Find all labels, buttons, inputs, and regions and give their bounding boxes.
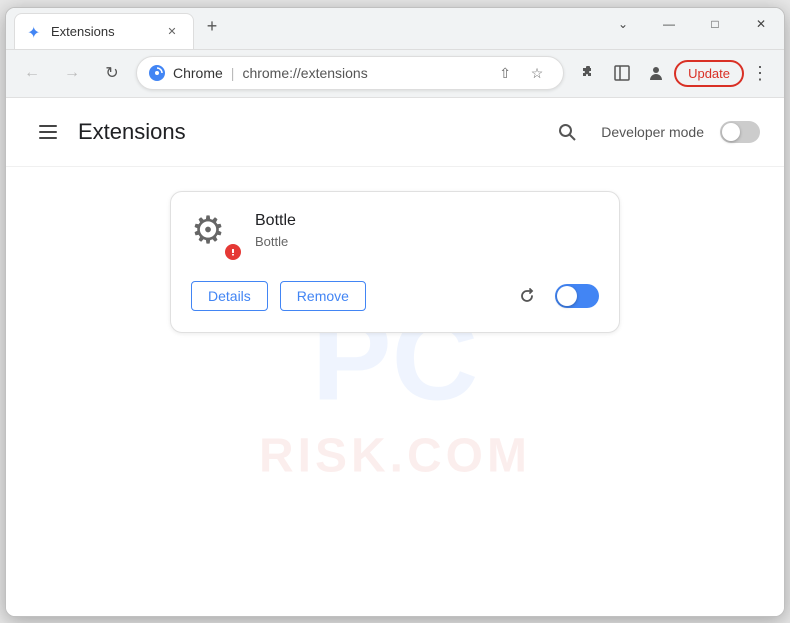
address-url: chrome://extensions <box>242 65 483 81</box>
extension-text: Bottle Bottle <box>255 212 296 249</box>
new-tab-button[interactable]: + <box>198 13 226 41</box>
header-right: Developer mode <box>549 114 760 150</box>
extension-actions: Details Remove <box>191 280 599 312</box>
address-bar-actions: ⇧ ☆ <box>491 59 551 87</box>
details-button[interactable]: Details <box>191 281 268 311</box>
extension-icon-wrapper: ⚙ <box>191 212 239 260</box>
extensions-area: PC RISK.COM ⚙ <box>6 167 784 616</box>
extension-card: ⚙ Bottle Bottle <box>170 191 620 333</box>
reload-extension-button[interactable] <box>511 280 543 312</box>
remove-button[interactable]: Remove <box>280 281 366 311</box>
window-controls: ⌄ — □ ✕ <box>600 8 784 40</box>
extension-badge-icon <box>223 242 243 262</box>
page-content: Extensions Developer mode PC RISK.COM <box>6 98 784 616</box>
address-bar[interactable]: Chrome | chrome://extensions ⇧ ☆ <box>136 56 564 90</box>
maximize-button[interactable]: □ <box>692 8 738 40</box>
extension-name: Bottle <box>255 212 296 230</box>
browser-window: ✦ Extensions ✕ + ⌄ — □ ✕ ← → ↻ Chrome <box>5 7 785 617</box>
update-button[interactable]: Update <box>674 60 744 87</box>
search-button[interactable] <box>549 114 585 150</box>
extension-description: Bottle <box>255 234 296 249</box>
extension-toggle-knob <box>557 286 577 306</box>
sidebar-icon[interactable] <box>606 57 638 89</box>
toolbar-actions: Update ⋮ <box>572 57 774 89</box>
share-icon[interactable]: ⇧ <box>491 59 519 87</box>
close-button[interactable]: ✕ <box>738 8 784 40</box>
reload-button[interactable]: ↻ <box>96 57 128 89</box>
bookmark-icon[interactable]: ☆ <box>523 59 551 87</box>
site-favicon <box>149 65 165 81</box>
active-tab[interactable]: ✦ Extensions ✕ <box>14 13 194 49</box>
developer-mode-label: Developer mode <box>601 124 704 140</box>
back-button[interactable]: ← <box>16 57 48 89</box>
tab-favicon: ✦ <box>27 23 43 39</box>
profile-icon[interactable] <box>640 57 672 89</box>
page-title: Extensions <box>78 119 549 145</box>
menu-button[interactable] <box>30 114 66 150</box>
address-divider: | <box>231 65 235 81</box>
window-dropdown-button[interactable]: ⌄ <box>600 8 646 40</box>
hamburger-icon <box>39 125 57 139</box>
address-chrome-label: Chrome <box>173 65 223 81</box>
toggle-knob <box>722 123 740 141</box>
address-bar-row: ← → ↻ Chrome | chrome://extensions ⇧ ☆ <box>6 50 784 98</box>
minimize-button[interactable]: — <box>646 8 692 40</box>
tab-close-button[interactable]: ✕ <box>163 22 181 40</box>
page-header: Extensions Developer mode <box>6 98 784 167</box>
extensions-icon[interactable] <box>572 57 604 89</box>
more-menu-button[interactable]: ⋮ <box>746 59 774 87</box>
forward-button[interactable]: → <box>56 57 88 89</box>
tab-title: Extensions <box>51 24 155 39</box>
watermark-risk: RISK.COM <box>259 429 531 484</box>
title-bar: ✦ Extensions ✕ + ⌄ — □ ✕ <box>6 8 784 50</box>
extension-info: ⚙ Bottle Bottle <box>191 212 599 260</box>
developer-mode-toggle[interactable] <box>720 121 760 143</box>
extension-enable-toggle[interactable] <box>555 284 599 308</box>
